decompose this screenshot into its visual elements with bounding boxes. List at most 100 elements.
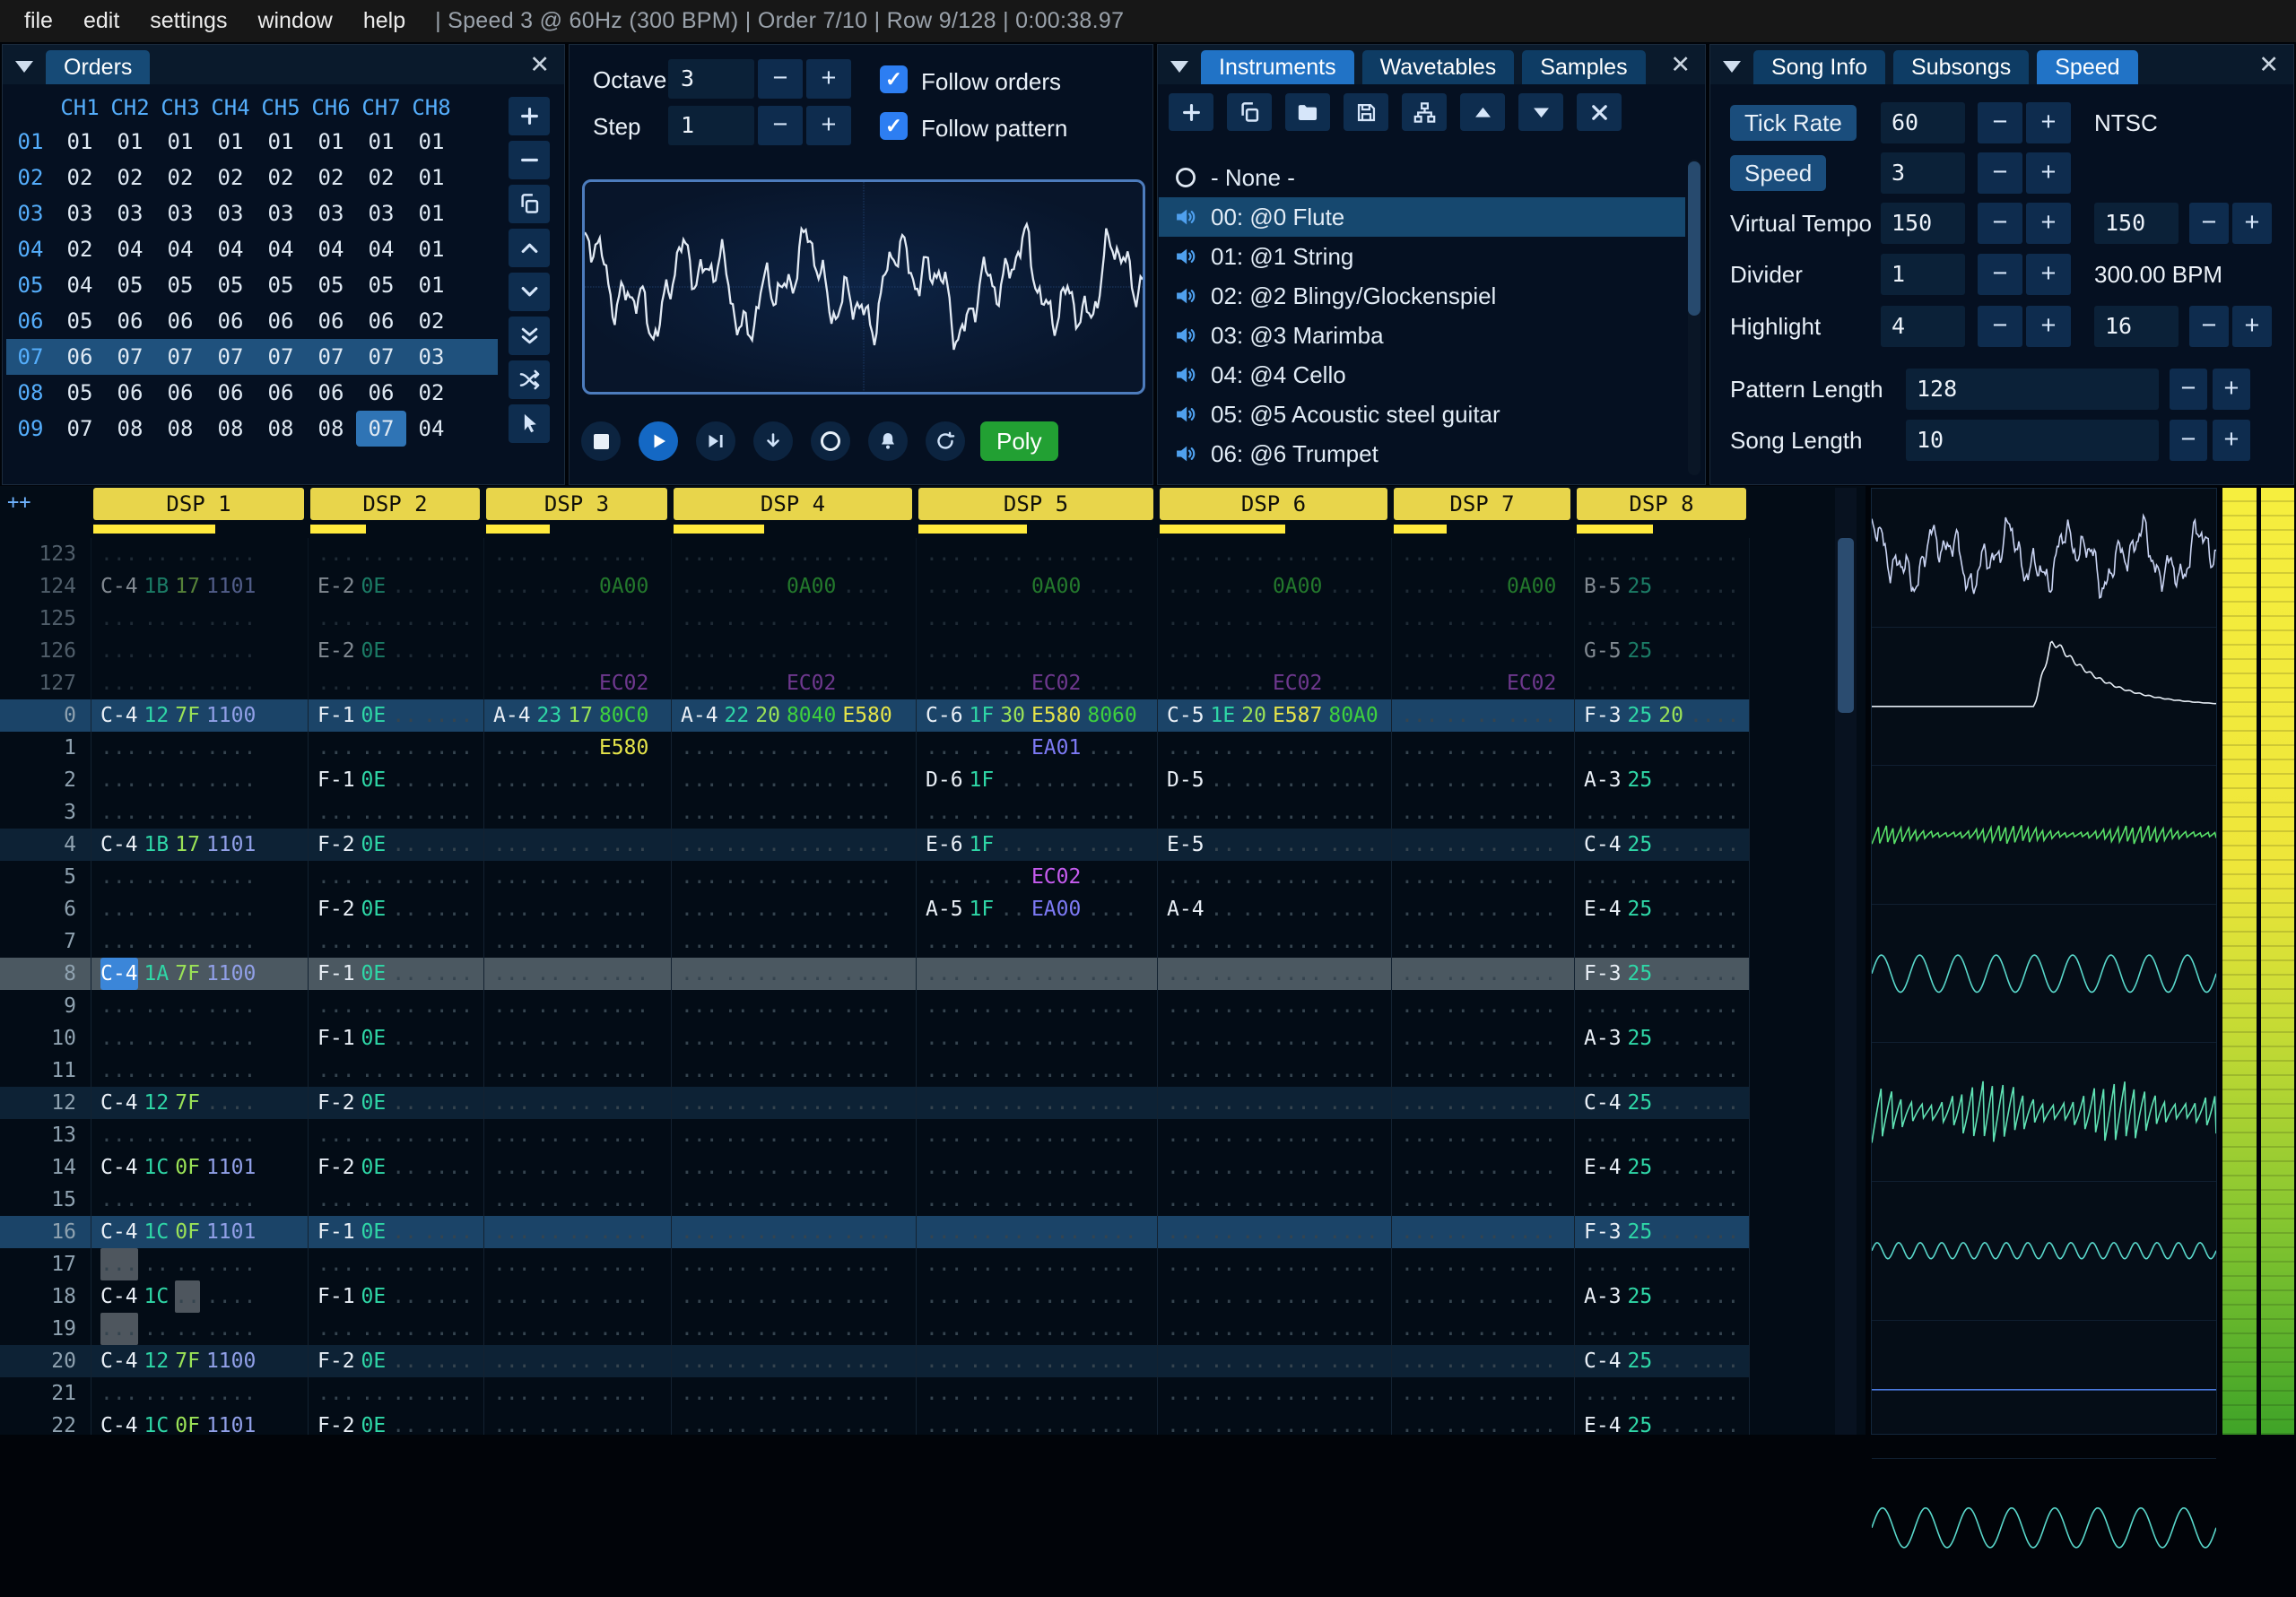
remove-order-button[interactable] [509,141,550,179]
pattern-cell[interactable]: ........... [483,1022,671,1055]
pattern-cell[interactable]: ........... [91,764,308,796]
order-row[interactable]: 09 07 08 08 08 08 08 07 04 [6,411,498,447]
pattern-cell[interactable]: ............... [1157,1345,1391,1377]
add-order-button[interactable] [509,97,550,135]
instrument-item[interactable]: 03: @3 Marimba [1159,316,1685,355]
pattern-cell[interactable]: ............... [1157,958,1391,990]
pattern-cell[interactable]: ........... [1574,1377,1750,1410]
song-length-increase-button[interactable]: + [2213,420,2250,461]
pattern-cell[interactable]: ............... [671,1184,916,1216]
pattern-cell[interactable]: F-1 0E...... [308,1216,483,1248]
pattern-cell[interactable]: F-2 0E...... [308,1410,483,1435]
order-cell[interactable]: 06 [256,375,306,411]
divider-increase-button[interactable]: + [2026,254,2071,295]
pattern-cell[interactable]: ............... [916,1184,1157,1216]
order-cell[interactable]: 07 [356,339,406,375]
order-cell[interactable]: 06 [155,375,205,411]
open-instrument-button[interactable] [1285,93,1330,131]
order-cell[interactable]: 03 [406,339,457,375]
pattern-cell[interactable]: ....... EC02.... [916,861,1157,893]
pattern-cell[interactable]: ....... EC02 [1391,667,1574,699]
instrument-move-down-button[interactable] [1518,93,1563,131]
order-cell[interactable]: 02 [55,160,105,195]
order-cell[interactable]: 02 [256,160,306,195]
pattern-cell[interactable]: ........... [1391,1345,1574,1377]
pattern-cell[interactable]: ............... [1157,732,1391,764]
virtual-tempo-second-decrease-button[interactable]: − [2189,203,2229,244]
pattern-cell[interactable]: ............... [1157,990,1391,1022]
order-cell[interactable]: 01 [406,267,457,303]
pattern-cell[interactable]: ....... EC02.... [1157,667,1391,699]
window-menu-icon[interactable] [1723,61,1741,73]
pattern-cell[interactable]: ............... [671,1216,916,1248]
pattern-cell[interactable]: ........... [308,990,483,1022]
step-increase-button[interactable]: + [806,106,851,145]
pattern-cell[interactable]: ....... 0A00 [483,570,671,603]
pattern-cell[interactable]: ........... [91,1184,308,1216]
pattern-cell[interactable]: C-4 12 7F.... [91,1087,308,1119]
order-cell[interactable]: 04 [155,231,205,267]
pattern-editor[interactable]: ++ DSP 1 DSP 2 DSP 3 DSP 4 DSP 5 DSP 6 DSP 7 DS… [0,486,1866,1435]
order-cell[interactable]: 07 [105,339,155,375]
pattern-cell[interactable]: ............... [671,1345,916,1377]
highlight-second-input[interactable]: 16 [2094,306,2179,347]
menu-settings[interactable]: settings [135,8,242,34]
pattern-cell[interactable]: ........... [1574,796,1750,829]
order-cell[interactable]: 05 [55,375,105,411]
pattern-cell[interactable]: ............... [916,925,1157,958]
tick-rate-decrease-button[interactable]: − [1978,102,2022,143]
pattern-cell[interactable]: ............... [1157,635,1391,667]
pattern-cell[interactable]: ....... 0A00 [1391,570,1574,603]
pattern-cell[interactable]: C-5 1E 20 E587 80A0 [1157,699,1391,732]
pattern-cell[interactable]: ........... [308,861,483,893]
pattern-cell[interactable]: ............... [671,958,916,990]
pattern-cell[interactable]: C-4 1C...... [91,1280,308,1313]
pattern-cell[interactable]: ............... [1157,796,1391,829]
pattern-cell[interactable]: ........... [1391,861,1574,893]
order-cell[interactable]: 06 [256,303,306,339]
order-cell[interactable]: 04 [256,231,306,267]
delete-instrument-button[interactable] [1577,93,1622,131]
pattern-cell[interactable]: E-2 0E...... [308,635,483,667]
pattern-cell[interactable]: ........... [483,893,671,925]
repeat-pattern-button[interactable] [926,421,965,461]
instrument-item[interactable]: 04: @4 Cello [1159,355,1685,395]
order-cell[interactable]: 04 [205,231,256,267]
scrollbar-thumb[interactable] [1688,161,1700,316]
order-move-down-button[interactable] [509,273,550,311]
pattern-cell[interactable]: ........... [483,1377,671,1410]
pattern-cell[interactable]: D-6 1F.......... [916,764,1157,796]
channel-header-2[interactable]: DSP 2 [310,488,480,520]
follow-orders-checkbox[interactable]: ✓ [880,65,908,93]
order-cell[interactable]: 04 [306,231,356,267]
order-cell[interactable]: 02 [306,160,356,195]
order-cell[interactable]: 06 [356,303,406,339]
pattern-cell[interactable]: ............... [916,1410,1157,1435]
order-cell[interactable]: 06 [306,303,356,339]
pattern-cell[interactable]: ............... [1157,1119,1391,1151]
pattern-cell[interactable]: F-2 0E...... [308,1087,483,1119]
pattern-cell[interactable]: ............... [916,1345,1157,1377]
record-button[interactable] [811,421,850,461]
pattern-cell[interactable]: ........... [483,1055,671,1087]
duplicate-order-end-button[interactable] [509,317,550,355]
pattern-cell[interactable]: ........... [308,1119,483,1151]
pattern-cell[interactable]: C-4 1C 0F 1101 [91,1410,308,1435]
pattern-cell[interactable]: ............... [671,1313,916,1345]
pattern-cell[interactable]: ............... [671,1087,916,1119]
order-edit-mode-button[interactable] [509,404,550,443]
pattern-cell[interactable]: C-4 1B 17 1101 [91,570,308,603]
pattern-cell[interactable]: ............... [916,603,1157,635]
order-row[interactable]: 05 04 05 05 05 05 05 05 01 [6,267,498,303]
pattern-cell[interactable]: ........... [1574,1313,1750,1345]
order-row[interactable]: 01 01 01 01 01 01 01 01 01 [6,124,498,160]
pattern-cell[interactable]: ............... [1157,1151,1391,1184]
pattern-cell[interactable]: ............... [1157,925,1391,958]
poly-button[interactable]: Poly [980,421,1058,461]
pattern-cell[interactable]: ........... [91,925,308,958]
menu-edit[interactable]: edit [68,8,135,34]
order-cell[interactable]: 06 [105,375,155,411]
pattern-cell[interactable]: ........... [1574,1184,1750,1216]
pattern-cell[interactable]: ........... [1574,603,1750,635]
pattern-cell[interactable]: E-2 0E...... [308,570,483,603]
